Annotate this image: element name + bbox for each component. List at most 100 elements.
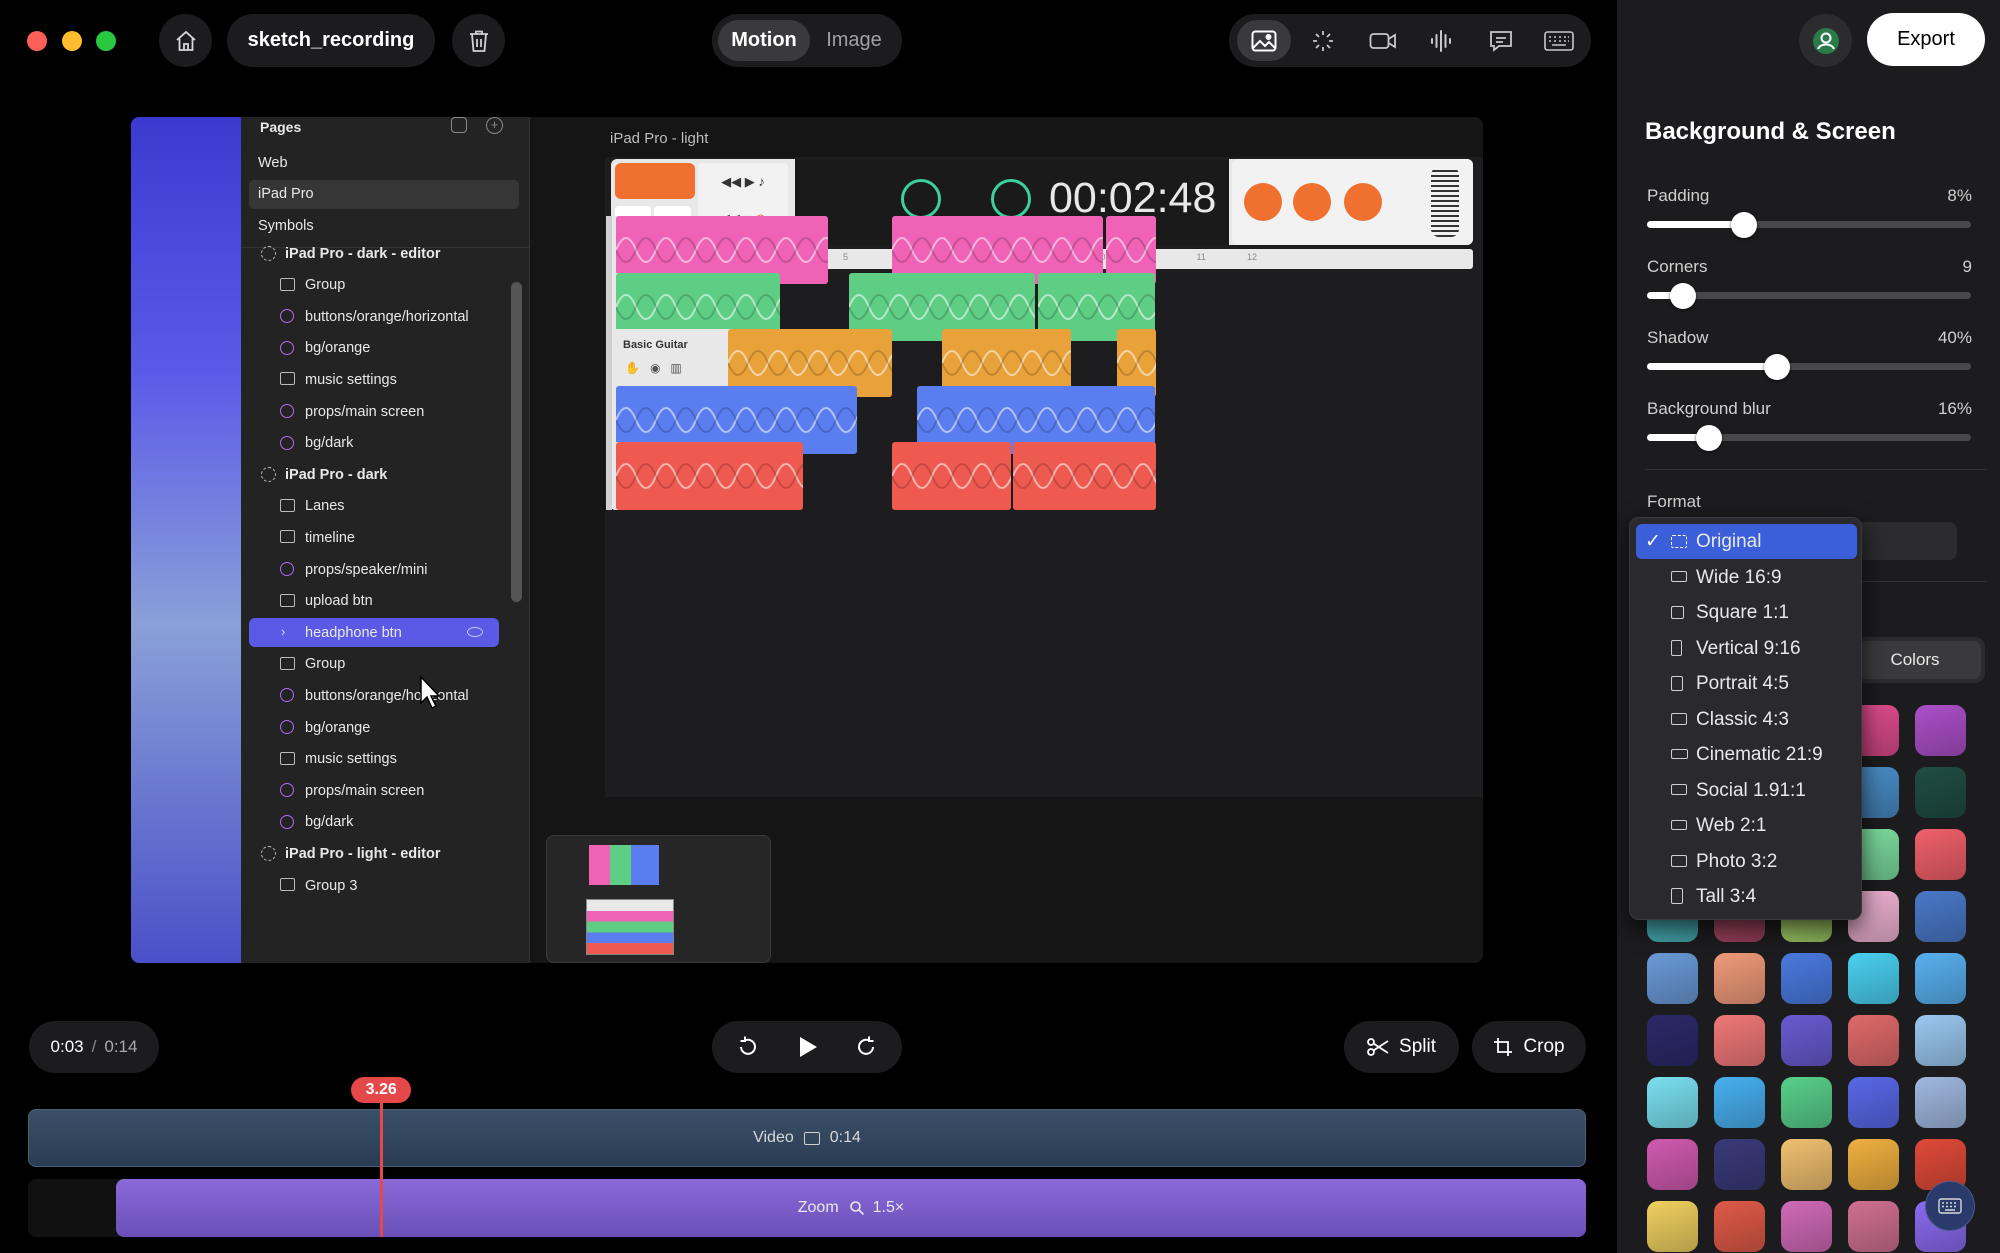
layer-item-headphone-btn[interactable]: › headphone btn <box>249 618 499 648</box>
color-swatch[interactable] <box>1781 1139 1832 1190</box>
color-swatch[interactable] <box>1714 1201 1765 1252</box>
layer-item-timeline[interactable]: timeline <box>249 523 499 552</box>
layer-item-bg-dark[interactable]: bg/dark <box>249 429 499 458</box>
zoom-window-button[interactable] <box>96 31 116 51</box>
preview-canvas[interactable]: Pages + Web iPad Pro Symbols iPad Pro - … <box>131 117 1483 963</box>
slider-knob[interactable] <box>1764 354 1790 380</box>
format-option-original[interactable]: ✓ Original <box>1636 524 1857 559</box>
color-swatch[interactable] <box>1915 767 1966 818</box>
color-swatch[interactable] <box>1915 829 1966 880</box>
layer-item-bg-orange[interactable]: bg/orange <box>249 334 499 363</box>
layer-item-ipad-pro-dark-editor[interactable]: iPad Pro - dark - editor <box>249 239 499 268</box>
format-option-cinematic-21-9[interactable]: Cinematic 21:9 <box>1636 737 1857 772</box>
camera-button[interactable] <box>1360 20 1406 61</box>
format-option-square-1-1[interactable]: Square 1:1 <box>1636 595 1857 630</box>
eye-icon[interactable] <box>467 627 483 638</box>
zoom-track[interactable]: Zoom 1.5× <box>116 1179 1586 1237</box>
color-swatch[interactable] <box>1714 1015 1765 1066</box>
layer-item-music-settings[interactable]: music settings <box>249 365 499 394</box>
layer-item-music-settings[interactable]: music settings <box>249 745 499 774</box>
color-swatch[interactable] <box>1848 953 1899 1004</box>
minimize-window-button[interactable] <box>62 31 82 51</box>
audio-button[interactable] <box>1418 20 1464 61</box>
slider-padding[interactable] <box>1647 212 1971 238</box>
color-swatch[interactable] <box>1848 1015 1899 1066</box>
layer-item-buttons-orange-horizontal[interactable]: buttons/orange/horizontal <box>249 681 499 710</box>
slider-shadow[interactable] <box>1647 354 1971 380</box>
page-item-symbols[interactable]: Symbols <box>258 218 314 234</box>
format-option-portrait-4-5[interactable]: Portrait 4:5 <box>1636 666 1857 701</box>
layer-item-buttons-orange-horizontal[interactable]: buttons/orange/horizontal <box>249 302 499 331</box>
page-item-ipad-pro[interactable]: iPad Pro <box>258 186 314 202</box>
play-button[interactable] <box>785 1024 831 1070</box>
format-option-photo-3-2[interactable]: Photo 3:2 <box>1636 844 1857 879</box>
color-swatch[interactable] <box>1915 705 1966 756</box>
slider-knob[interactable] <box>1670 283 1696 309</box>
chevron-right-icon[interactable]: › <box>281 624 285 639</box>
split-button[interactable]: Split <box>1344 1021 1459 1073</box>
color-swatch[interactable] <box>1781 1077 1832 1128</box>
layer-item-bg-dark[interactable]: bg/dark <box>249 808 499 837</box>
keyboard-button[interactable] <box>1535 20 1583 61</box>
project-name[interactable]: sketch_recording <box>227 14 435 67</box>
color-swatch[interactable] <box>1647 1077 1698 1128</box>
format-option-wide-16-9[interactable]: Wide 16:9 <box>1636 560 1857 595</box>
color-swatch[interactable] <box>1848 1201 1899 1252</box>
color-swatch[interactable] <box>1915 1015 1966 1066</box>
color-swatch[interactable] <box>1848 1139 1899 1190</box>
audio-clip[interactable] <box>892 442 1011 511</box>
add-page-icon[interactable]: + <box>486 117 503 134</box>
layer-item-ipad-pro-dark[interactable]: iPad Pro - dark <box>249 460 499 489</box>
page-options-icon[interactable] <box>451 117 467 133</box>
crop-button[interactable]: Crop <box>1472 1021 1586 1073</box>
color-swatch[interactable] <box>1781 1201 1832 1252</box>
color-swatch[interactable] <box>1647 1139 1698 1190</box>
color-swatch[interactable] <box>1647 1201 1698 1252</box>
slider-knob[interactable] <box>1696 425 1722 451</box>
video-track[interactable]: Video 0:14 <box>28 1109 1586 1167</box>
layer-item-props-main-screen[interactable]: props/main screen <box>249 776 499 805</box>
click-effect-button[interactable] <box>1300 20 1346 61</box>
format-option-classic-4-3[interactable]: Classic 4:3 <box>1636 702 1857 737</box>
account-button[interactable] <box>1799 14 1852 67</box>
slider-knob[interactable] <box>1731 212 1757 238</box>
color-swatch[interactable] <box>1714 1139 1765 1190</box>
color-swatch[interactable] <box>1915 953 1966 1004</box>
close-window-button[interactable] <box>27 31 47 51</box>
playhead[interactable]: 3.26 <box>351 1077 412 1237</box>
slider-background-blur[interactable] <box>1647 425 1971 451</box>
export-button[interactable]: Export <box>1867 13 1985 66</box>
color-swatch[interactable] <box>1848 1077 1899 1128</box>
color-swatch[interactable] <box>1714 1077 1765 1128</box>
tab-colors[interactable]: Colors <box>1849 641 1981 679</box>
layer-item-group-3[interactable]: Group 3 <box>249 871 499 900</box>
caption-button[interactable] <box>1478 20 1524 61</box>
layer-item-upload-btn[interactable]: upload btn <box>249 587 499 616</box>
page-item-web[interactable]: Web <box>258 155 288 171</box>
tab-image[interactable]: Image <box>812 20 896 61</box>
layer-item-lanes[interactable]: Lanes <box>249 492 499 521</box>
format-option-social-1-91-1[interactable]: Social 1.91:1 <box>1636 773 1857 808</box>
layer-item-group[interactable]: Group <box>249 650 499 679</box>
slider-corners[interactable] <box>1647 283 1971 309</box>
format-option-vertical-9-16[interactable]: Vertical 9:16 <box>1636 631 1857 666</box>
tab-motion[interactable]: Motion <box>718 20 810 61</box>
layer-item-props-speaker-mini[interactable]: props/speaker/mini <box>249 555 499 584</box>
rewind-button[interactable] <box>725 1024 771 1070</box>
keyboard-shortcuts-button[interactable] <box>1925 1181 1975 1231</box>
layer-item-props-main-screen[interactable]: props/main screen <box>249 397 499 426</box>
color-swatch[interactable] <box>1714 953 1765 1004</box>
format-option-web-2-1[interactable]: Web 2:1 <box>1636 808 1857 843</box>
home-button[interactable] <box>159 14 212 67</box>
color-swatch[interactable] <box>1647 953 1698 1004</box>
audio-clip[interactable] <box>1013 442 1156 511</box>
delete-button[interactable] <box>452 14 505 67</box>
color-swatch[interactable] <box>1781 953 1832 1004</box>
forward-button[interactable] <box>843 1024 889 1070</box>
audio-clip[interactable] <box>616 442 803 511</box>
image-tool-button[interactable] <box>1237 20 1291 61</box>
color-swatch[interactable] <box>1647 1015 1698 1066</box>
format-option-tall-3-4[interactable]: Tall 3:4 <box>1636 879 1857 914</box>
color-swatch[interactable] <box>1915 891 1966 942</box>
layer-item-ipad-pro-light-editor[interactable]: iPad Pro - light - editor <box>249 839 499 868</box>
